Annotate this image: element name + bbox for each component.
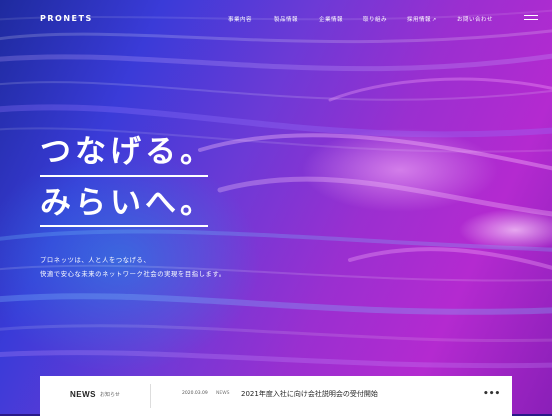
news-subtitle: お知らせ [100, 392, 120, 398]
nav-item-contact[interactable]: お問い合わせ [457, 15, 493, 23]
news-tag: NEWS [216, 391, 230, 396]
headline-underline [40, 225, 208, 227]
hamburger-line [524, 19, 538, 20]
nav-item-company[interactable]: 企業情報 [319, 15, 343, 23]
hamburger-line [524, 15, 538, 16]
hero-description-line-1: プロネッツは、人と人をつなげる、 [40, 257, 151, 264]
top-nav: PRONETS 事業内容 製品情報 企業情報 取り組み 採用情報↗ お問い合わせ [0, 0, 552, 38]
hamburger-icon[interactable] [524, 15, 538, 21]
news-item-link[interactable]: 2021年度入社に向け会社説明会の受付開始 [241, 389, 378, 399]
news-date: 2020.03.09 [182, 391, 208, 396]
logo[interactable]: PRONETS [40, 14, 93, 23]
headline-underline [40, 175, 208, 177]
news-bar: NEWS お知らせ 2020.03.09 NEWS 2021年度入社に向け会社説… [40, 376, 512, 416]
divider [150, 384, 151, 408]
more-dots-icon[interactable]: ••• [483, 390, 500, 399]
news-title: NEWS [70, 390, 96, 399]
external-link-icon: ↗ [432, 17, 437, 23]
hero-description-line-2: 快適で安心な未来のネットワーク社会の実現を目指します。 [40, 271, 226, 278]
nav-item-recruit-label: 採用情報 [407, 17, 432, 23]
hero-headline-line-2: みらいへ。 [40, 185, 215, 221]
nav-item-initiatives[interactable]: 取り組み [363, 15, 387, 23]
nav-item-products[interactable]: 製品情報 [274, 15, 298, 23]
nav-item-recruit[interactable]: 採用情報↗ [407, 15, 437, 23]
nav-item-business[interactable]: 事業内容 [228, 15, 252, 23]
hero-headline-line-1: つなげる。 [40, 134, 215, 170]
